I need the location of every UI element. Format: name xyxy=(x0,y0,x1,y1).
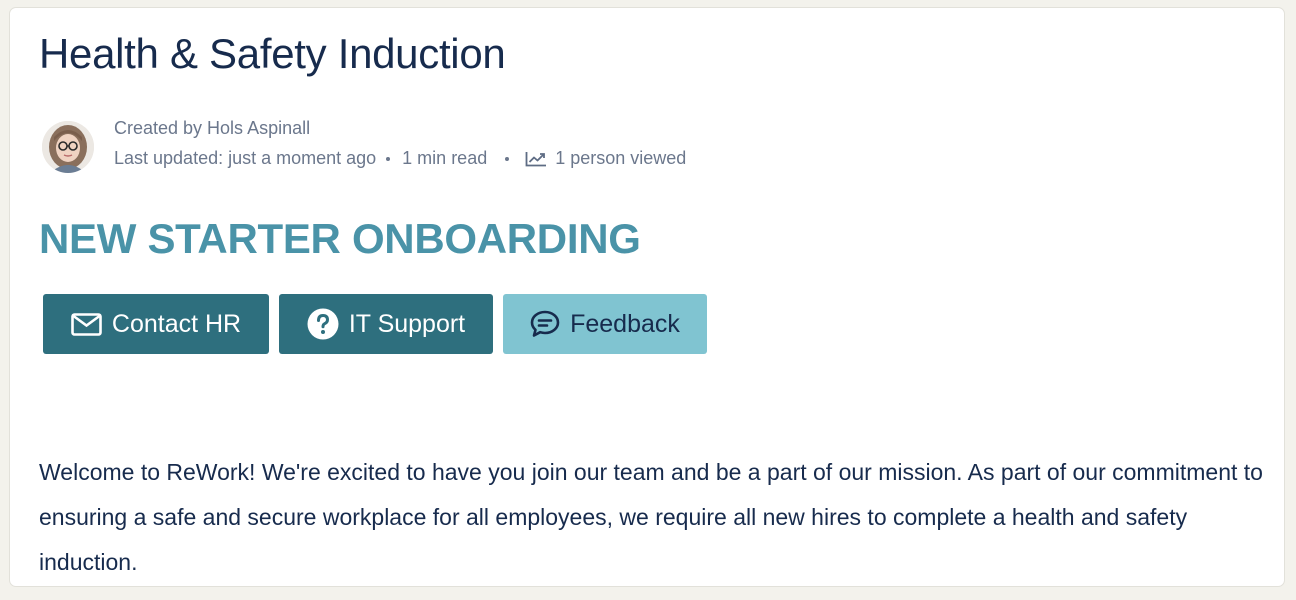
it-support-label: IT Support xyxy=(348,309,466,338)
read-time-text: 1 min read xyxy=(402,148,488,168)
question-circle-icon xyxy=(307,308,339,340)
byline-author: Created by Hols Aspinall xyxy=(114,118,310,139)
page-title: Health & Safety Induction xyxy=(39,30,506,77)
views-count-text[interactable]: 1 person viewed xyxy=(555,148,686,169)
contact-hr-button[interactable]: Contact HR xyxy=(43,294,269,354)
section-heading: NEW STARTER ONBOARDING xyxy=(39,215,641,262)
created-by-text: Created by Hols Aspinall xyxy=(114,118,311,138)
last-updated-text: Last updated: just a moment ago xyxy=(114,148,377,168)
dot-separator xyxy=(386,156,391,161)
feedback-button[interactable]: Feedback xyxy=(503,294,707,354)
author-avatar[interactable] xyxy=(42,121,94,173)
trend-chart-icon xyxy=(525,151,547,167)
envelope-icon xyxy=(71,312,102,336)
chat-bubble-icon xyxy=(530,310,560,338)
byline-meta: Last updated: just a moment ago 1 min re… xyxy=(114,148,686,169)
page-card: Health & Safety Induction Created by Hol… xyxy=(9,7,1285,587)
dot-separator xyxy=(505,156,510,161)
welcome-paragraph: Welcome to ReWork! We're excited to have… xyxy=(39,459,1263,575)
it-support-button[interactable]: IT Support xyxy=(279,294,493,354)
feedback-label: Feedback xyxy=(570,309,680,338)
contact-hr-label: Contact HR xyxy=(111,309,242,338)
